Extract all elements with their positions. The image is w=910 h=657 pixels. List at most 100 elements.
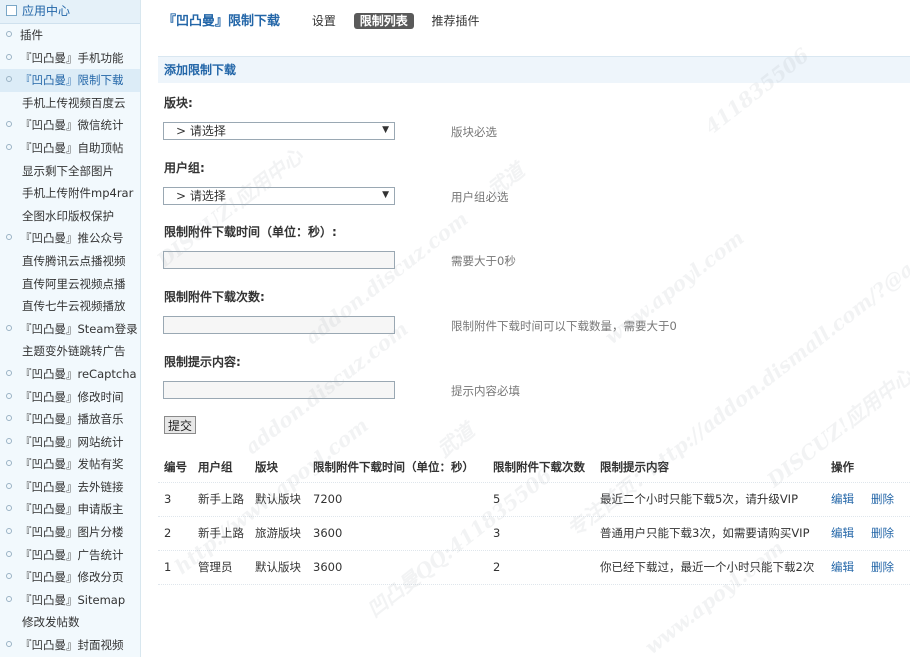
bullet-icon bbox=[6, 234, 12, 241]
cell-forum: 默认版块 bbox=[255, 560, 301, 574]
bullet-icon bbox=[6, 550, 12, 557]
col-time: 限制附件下载时间（单位：秒） bbox=[313, 460, 474, 474]
sidebar-item-label: 『凹凸曼』限制下载 bbox=[20, 73, 124, 88]
delete-link[interactable]: 删除 bbox=[871, 517, 894, 550]
sidebar-item[interactable]: 『凹凸曼』限制下载 bbox=[0, 69, 140, 92]
delete-link[interactable]: 删除 bbox=[871, 483, 894, 516]
time-hint: 需要大于0秒 bbox=[451, 254, 516, 268]
sidebar-item[interactable]: 『凹凸曼』网站统计 bbox=[0, 431, 140, 454]
sidebar-item[interactable]: 修改发帖数 bbox=[0, 611, 140, 634]
sidebar-item[interactable]: 全图水印版权保护 bbox=[0, 205, 140, 228]
table-body: 3 新手上路 默认版块 7200 5 最近二个小时只能下载5次，请升级VIP 编辑 删除 2 新手… bbox=[158, 483, 910, 585]
cell-count: 2 bbox=[493, 560, 501, 574]
group-hint: 用户组必选 bbox=[451, 190, 509, 204]
sidebar-item[interactable]: 『凹凸曼』发帖有奖 bbox=[0, 453, 140, 476]
sidebar: 应用中心 插件『凹凸曼』手机功能 『凹凸曼』限制下载 手机上传视频百度云 『凹凸曼』微… bbox=[0, 0, 141, 657]
sidebar-item-label: 『凹凸曼』微信统计 bbox=[20, 118, 124, 133]
cell-time: 3600 bbox=[313, 526, 343, 540]
sidebar-item[interactable]: 『凹凸曼』推公众号 bbox=[0, 227, 140, 250]
edit-link[interactable]: 编辑 bbox=[831, 551, 854, 584]
bullet-icon bbox=[6, 641, 12, 648]
sidebar-item[interactable]: 主题变外链跳转广告 bbox=[0, 340, 140, 363]
message-hint: 提示内容必填 bbox=[451, 384, 520, 398]
sidebar-item-label: 直传阿里云视频点播 bbox=[22, 276, 126, 291]
sidebar-item-label: 直传七牛云视频播放 bbox=[22, 299, 126, 314]
group-select[interactable]: > 请选择 ▼ bbox=[163, 187, 395, 205]
table-row: 2 新手上路 旅游版块 3600 3 普通用户只能下载3次，如需要请购买VIP 编辑 删除 bbox=[158, 517, 910, 551]
sidebar-item[interactable]: 『凹凸曼』去外链接 bbox=[0, 476, 140, 499]
sidebar-item-label: 『凹凸曼』手机功能 bbox=[20, 50, 124, 65]
sidebar-item-label: 全图水印版权保护 bbox=[22, 208, 114, 223]
sidebar-item[interactable]: 『凹凸曼』Sitemap bbox=[0, 589, 140, 612]
cell-msg: 你已经下载过，最近一个小时只能下载2次 bbox=[600, 560, 815, 574]
bullet-icon bbox=[6, 505, 12, 512]
sidebar-item-label: 『凹凸曼』去外链接 bbox=[20, 479, 124, 494]
sidebar-item[interactable]: 『凹凸曼』手机功能 bbox=[0, 47, 140, 70]
limit-table: 编号 用户组 版块 限制附件下载时间（单位：秒） 限制附件下载次数 限制提示内容… bbox=[158, 452, 910, 585]
sidebar-item-label: 主题变外链跳转广告 bbox=[22, 344, 126, 359]
col-forum: 版块 bbox=[255, 460, 278, 474]
bullet-icon bbox=[6, 437, 12, 444]
sidebar-item-label: 『凹凸曼』广告统计 bbox=[20, 547, 124, 562]
sidebar-item-label: 直传腾讯云点播视频 bbox=[22, 253, 126, 268]
sidebar-item-label: 显示剩下全部图片 bbox=[22, 163, 114, 178]
bullet-icon bbox=[6, 528, 12, 535]
tab-limit-list[interactable]: 限制列表 bbox=[353, 13, 414, 29]
sidebar-item-label: 手机上传附件mp4rar bbox=[22, 186, 134, 201]
count-input[interactable] bbox=[163, 316, 395, 334]
sidebar-item-label: 手机上传视频百度云 bbox=[22, 95, 126, 110]
sidebar-item[interactable]: 『凹凸曼』封面视频 bbox=[0, 634, 140, 657]
bullet-icon bbox=[6, 143, 12, 150]
sidebar-item[interactable]: 『凹凸曼』reCaptcha bbox=[0, 363, 140, 386]
sidebar-item[interactable]: 直传七牛云视频播放 bbox=[0, 295, 140, 318]
sidebar-item-label: 『凹凸曼』修改分页 bbox=[20, 570, 124, 585]
edit-link[interactable]: 编辑 bbox=[831, 483, 854, 516]
sidebar-item[interactable]: 『凹凸曼』修改时间 bbox=[0, 386, 140, 409]
bullet-icon bbox=[6, 573, 12, 580]
sidebar-header[interactable]: 应用中心 bbox=[0, 0, 140, 24]
tab-recommended-plugins[interactable]: 推荐插件 bbox=[426, 13, 486, 29]
cell-id: 2 bbox=[164, 526, 172, 540]
table-header-row: 编号 用户组 版块 限制附件下载时间（单位：秒） 限制附件下载次数 限制提示内容… bbox=[158, 452, 910, 483]
col-actions: 操作 bbox=[831, 460, 854, 474]
delete-link[interactable]: 删除 bbox=[871, 551, 894, 584]
cell-id: 3 bbox=[164, 492, 172, 506]
sidebar-item[interactable]: 『凹凸曼』播放音乐 bbox=[0, 408, 140, 431]
sidebar-item[interactable]: 『凹凸曼』Steam登录 bbox=[0, 318, 140, 341]
sidebar-item[interactable]: 『凹凸曼』自助顶帖 bbox=[0, 137, 140, 160]
add-limit-panel-header: 添加限制下载 bbox=[158, 56, 910, 83]
message-input[interactable] bbox=[163, 381, 395, 399]
sidebar-item[interactable]: 『凹凸曼』修改分页 bbox=[0, 566, 140, 589]
sidebar-item[interactable]: 『凹凸曼』图片分楼 bbox=[0, 521, 140, 544]
sidebar-item-label: 『凹凸曼』封面视频 bbox=[20, 638, 124, 653]
app-center-icon bbox=[6, 5, 17, 16]
sidebar-item[interactable]: 显示剩下全部图片 bbox=[0, 160, 140, 183]
sidebar-item[interactable]: 直传腾讯云点播视频 bbox=[0, 250, 140, 273]
sidebar-item[interactable]: 插件 bbox=[0, 24, 140, 47]
bullet-icon bbox=[6, 76, 12, 83]
time-input[interactable] bbox=[163, 251, 395, 269]
forum-hint: 版块必选 bbox=[451, 125, 497, 139]
count-label: 限制附件下载次数: bbox=[164, 290, 265, 304]
page-title: 『凹凸曼』限制下载 bbox=[163, 14, 281, 29]
forum-label: 版块: bbox=[164, 96, 193, 110]
cell-forum: 默认版块 bbox=[255, 492, 301, 506]
sidebar-item-label: 『凹凸曼』reCaptcha bbox=[20, 366, 137, 381]
sidebar-item[interactable]: 『凹凸曼』微信统计 bbox=[0, 114, 140, 137]
sidebar-item[interactable]: 直传阿里云视频点播 bbox=[0, 273, 140, 296]
tab-settings[interactable]: 设置 bbox=[306, 13, 342, 29]
sidebar-item[interactable]: 『凹凸曼』广告统计 bbox=[0, 544, 140, 567]
col-id: 编号 bbox=[164, 460, 187, 474]
sidebar-item[interactable]: 手机上传视频百度云 bbox=[0, 92, 140, 115]
group-label: 用户组: bbox=[164, 161, 205, 175]
sidebar-item[interactable]: 手机上传附件mp4rar bbox=[0, 182, 140, 205]
sidebar-item-label: 『凹凸曼』Steam登录 bbox=[20, 321, 138, 336]
forum-select[interactable]: > 请选择 ▼ bbox=[163, 122, 395, 140]
bullet-icon bbox=[6, 121, 12, 128]
count-hint: 限制附件下载时间可以下载数量，需要大于0 bbox=[451, 319, 677, 333]
submit-button[interactable]: 提交 bbox=[164, 416, 196, 434]
edit-link[interactable]: 编辑 bbox=[831, 517, 854, 550]
dropdown-arrow-icon: ▼ bbox=[382, 190, 389, 200]
sidebar-item[interactable]: 『凹凸曼』申请版主 bbox=[0, 498, 140, 521]
bullet-icon bbox=[6, 415, 12, 422]
